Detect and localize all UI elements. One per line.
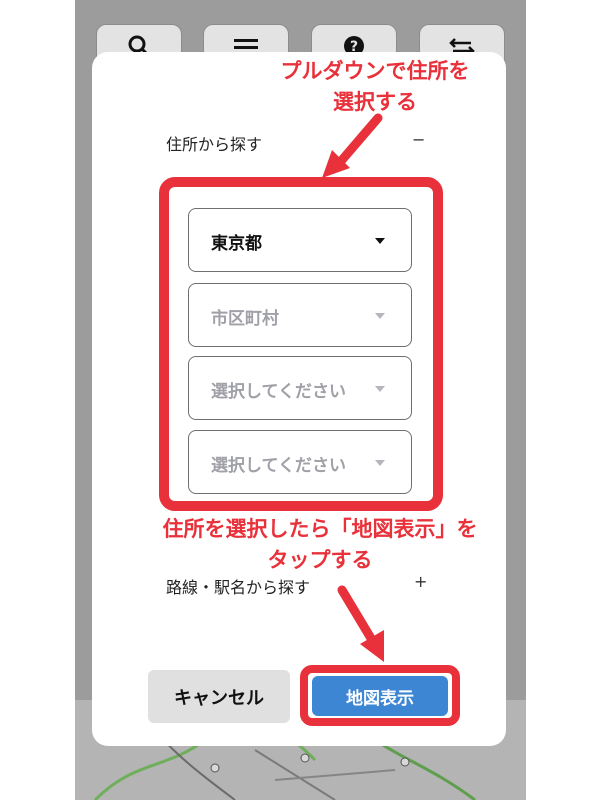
annotation-arrows: [322, 113, 384, 662]
arrow-down-left-icon: [322, 113, 383, 178]
arrow-down-icon: [337, 585, 384, 662]
